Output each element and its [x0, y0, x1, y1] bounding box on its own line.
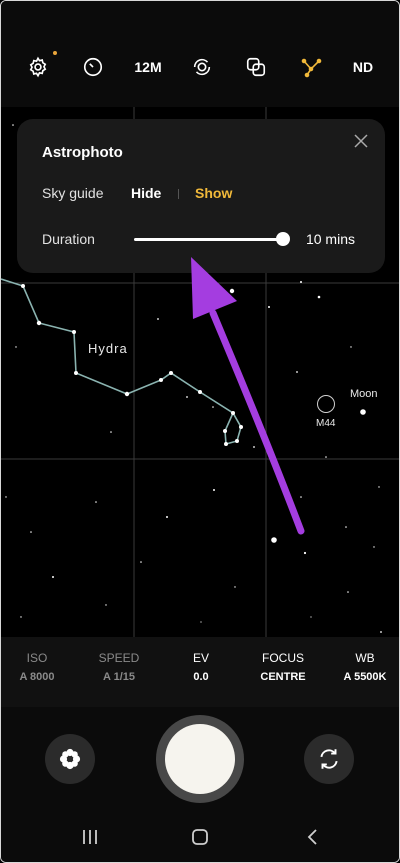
camera-screen: 12M ND Hydra M44 Moon Astrophoto Sky gui… [0, 0, 400, 863]
astrophoto-panel: Astrophoto Sky guide Hide Show Duration … [17, 119, 385, 273]
speed-label: SPEED [98, 651, 140, 665]
shutter-button[interactable] [165, 724, 235, 794]
recent-apps-icon[interactable] [75, 825, 105, 849]
sky-guide-show-option[interactable]: Show [195, 185, 232, 201]
constellation-label: Hydra [88, 341, 128, 356]
switch-camera-button[interactable] [304, 734, 354, 784]
speed-value: A 1/15 [102, 671, 135, 683]
capture-controls [1, 707, 399, 862]
iso-value: A 8000 [19, 671, 55, 683]
sky-guide-label: Sky guide [42, 185, 104, 201]
m44-marker [317, 395, 335, 413]
timer-icon[interactable] [78, 53, 108, 81]
flower-icon [59, 748, 81, 770]
panel-title: Astrophoto [42, 144, 123, 161]
option-separator [178, 189, 179, 199]
wb-value: A 5500K [343, 671, 387, 683]
duration-value: 10 mins [305, 231, 355, 247]
duration-slider-thumb[interactable] [276, 232, 290, 246]
top-toolbar: 12M ND [1, 1, 399, 107]
astrophoto-icon[interactable] [296, 53, 326, 81]
notification-dot [53, 51, 57, 55]
iso-label: ISO [26, 651, 48, 665]
ev-value: 0.0 [193, 671, 209, 683]
motion-photo-icon[interactable] [187, 53, 217, 81]
filters-layers-icon[interactable] [241, 53, 271, 81]
sky-guide-hide-option[interactable]: Hide [131, 185, 161, 201]
duration-label: Duration [42, 231, 95, 247]
duration-slider-track[interactable] [134, 238, 285, 241]
hydra-stars [21, 284, 243, 446]
effects-button[interactable] [45, 734, 95, 784]
speed-setting[interactable]: SPEED A 1/15 [79, 651, 159, 683]
wb-label: WB [355, 651, 375, 665]
focus-value: CENTRE [260, 671, 306, 683]
system-nav-bar [1, 811, 399, 861]
close-icon [354, 134, 368, 148]
ev-setting[interactable]: EV 0.0 [161, 651, 241, 683]
close-button[interactable] [349, 129, 373, 153]
hydra-lines [1, 278, 242, 446]
focus-setting[interactable]: FOCUS CENTRE [243, 651, 323, 683]
focus-label: FOCUS [262, 651, 304, 665]
settings-gear-icon[interactable] [23, 53, 53, 81]
iso-setting[interactable]: ISO A 8000 [1, 651, 77, 683]
back-icon[interactable] [297, 825, 327, 849]
wb-setting[interactable]: WB A 5500K [325, 651, 399, 683]
pro-settings-row: ISO A 8000 SPEED A 1/15 EV 0.0 FOCUS CEN… [1, 637, 399, 707]
moon-label: Moon [350, 388, 378, 400]
resolution-button[interactable]: 12M [131, 53, 165, 81]
m44-label: M44 [316, 418, 336, 429]
home-icon[interactable] [185, 825, 215, 849]
nd-filter-button[interactable]: ND [348, 53, 378, 81]
ev-label: EV [192, 651, 209, 665]
switch-camera-icon [320, 749, 338, 769]
